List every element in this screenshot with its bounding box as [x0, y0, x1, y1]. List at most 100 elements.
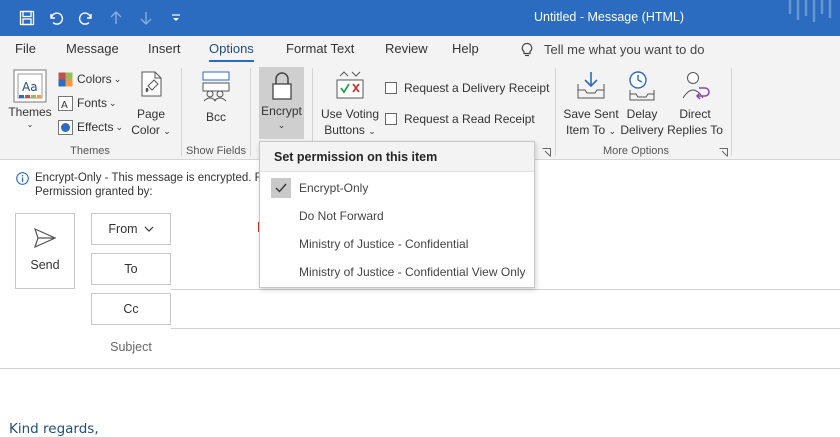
save-sent-label-2: Item To ⌄ — [565, 123, 617, 137]
send-label: Send — [30, 258, 60, 272]
menu-item-label: Ministry of Justice - Confidential — [299, 237, 469, 251]
send-button[interactable]: Send — [15, 213, 75, 289]
delivery-receipt-checkbox[interactable]: Request a Delivery Receipt — [385, 77, 549, 99]
menu-item-label: Do Not Forward — [299, 209, 384, 223]
tab-review[interactable]: Review — [385, 36, 428, 64]
info-icon — [16, 172, 29, 188]
chevron-down-icon: ⌄ — [115, 121, 124, 132]
voting-label-1: Use Voting — [320, 107, 380, 121]
menu-item-do-not-forward[interactable]: Do Not Forward — [261, 203, 533, 229]
tab-insert[interactable]: Insert — [148, 36, 181, 64]
effects-icon — [57, 119, 73, 135]
to-button[interactable]: To — [91, 253, 171, 285]
info-text: Encrypt-Only - This message is encrypted… — [35, 172, 265, 184]
chevron-down-icon: ⌄ — [26, 120, 34, 129]
group-separator — [181, 68, 182, 156]
checkbox-icon — [385, 113, 397, 125]
chevron-down-icon — [144, 226, 154, 232]
delivery-receipt-label: Request a Delivery Receipt — [404, 81, 550, 95]
dialog-launcher-icon[interactable] — [542, 148, 551, 157]
subject-label: Subject — [110, 340, 152, 354]
delay-delivery-button[interactable]: Delay Delivery — [619, 70, 665, 138]
voting-icon — [334, 70, 366, 102]
more-options-group-label: More Options — [602, 145, 670, 157]
tab-format-text[interactable]: Format Text — [286, 36, 354, 64]
voting-label-2: Buttons ⌄ — [324, 123, 376, 137]
colors-icon — [57, 71, 73, 87]
direct-replies-label-2: Replies To — [667, 123, 723, 137]
effects-button[interactable]: Effects ⌄ — [57, 116, 123, 138]
tab-options[interactable]: Options — [209, 36, 254, 64]
read-receipt-label: Request a Read Receipt — [404, 112, 535, 126]
from-label: From — [108, 222, 138, 236]
group-separator — [250, 68, 251, 156]
title-bar: Untitled - Message (HTML) — [0, 0, 840, 36]
direct-replies-label-1: Direct — [679, 107, 711, 121]
encrypt-label: Encrypt — [261, 104, 302, 118]
page-color-button[interactable]: Page Color ⌄ — [128, 70, 174, 139]
lock-icon — [270, 71, 294, 101]
chevron-down-icon: ⌄ — [109, 97, 117, 108]
save-sent-label-1: Save Sent — [563, 107, 619, 121]
tell-me-search[interactable]: Tell me what you want to do — [520, 36, 704, 64]
menu-item-moj-confidential[interactable]: Ministry of Justice - Confidential — [261, 231, 533, 257]
delay-label-1: Delay — [626, 107, 658, 121]
encrypt-button[interactable]: Encrypt ⌄ — [259, 67, 304, 139]
tab-message[interactable]: Message — [66, 36, 119, 64]
delay-delivery-icon — [626, 70, 658, 102]
read-receipt-checkbox[interactable]: Request a Read Receipt — [385, 108, 535, 130]
dialog-launcher-icon[interactable] — [719, 148, 728, 157]
message-body-signature[interactable]: Kind regards, — [9, 421, 99, 437]
menu-item-label: Ministry of Justice - Confidential View … — [299, 265, 526, 279]
page-color-label-2: Color ⌄ — [131, 123, 171, 137]
checkmark-icon — [271, 178, 291, 198]
tab-file[interactable]: File — [15, 36, 36, 64]
ribbon-tabs: File Message Insert Options Format Text … — [0, 36, 840, 64]
svg-text:A: A — [61, 100, 68, 111]
themes-group-label: Themes — [70, 145, 110, 157]
page-color-label-1: Page — [136, 107, 166, 121]
save-sent-icon — [575, 70, 607, 102]
permission-menu: Set permission on this item Encrypt-Only… — [259, 141, 535, 288]
effects-label: Effects — [77, 120, 114, 134]
bcc-label: Bcc — [205, 110, 226, 124]
save-sent-item-button[interactable]: Save Sent Item To ⌄ — [563, 70, 619, 139]
colors-button[interactable]: Colors ⌄ — [57, 68, 121, 90]
send-icon — [16, 228, 74, 248]
cc-field-input[interactable] — [171, 328, 840, 329]
cc-button[interactable]: Cc — [91, 293, 171, 325]
group-separator — [555, 68, 556, 156]
menu-item-moj-confidential-view-only[interactable]: Ministry of Justice - Confidential View … — [261, 259, 533, 285]
permission-menu-header: Set permission on this item — [260, 142, 534, 172]
fonts-icon: A — [57, 95, 73, 111]
from-button[interactable]: From — [91, 213, 171, 245]
tab-help[interactable]: Help — [452, 36, 479, 64]
window-title: Untitled - Message (HTML) — [533, 10, 685, 24]
themes-label: Themes — [8, 105, 52, 119]
fonts-button[interactable]: A Fonts ⌄ — [57, 92, 117, 114]
menu-item-label: Encrypt-Only — [299, 181, 369, 195]
colors-label: Colors — [77, 72, 112, 86]
delay-label-2: Delivery — [620, 123, 664, 137]
chevron-down-icon: ⌄ — [113, 73, 122, 84]
fonts-label: Fonts — [77, 96, 108, 110]
lightbulb-icon — [520, 42, 534, 58]
page-color-icon — [136, 70, 166, 102]
to-label: To — [124, 262, 138, 276]
svg-text:Aa: Aa — [22, 80, 38, 94]
bcc-icon — [200, 70, 232, 102]
voting-buttons-button[interactable]: Use Voting Buttons ⌄ — [319, 70, 381, 139]
themes-icon: Aa — [13, 69, 47, 103]
group-separator — [731, 68, 732, 156]
chevron-down-icon: ⌄ — [277, 120, 286, 130]
bcc-button[interactable]: Bcc — [193, 70, 239, 125]
checkbox-icon — [385, 82, 397, 94]
show-fields-group-label: Show Fields — [186, 145, 246, 157]
subject-field-input[interactable] — [0, 368, 840, 369]
direct-replies-icon — [679, 70, 711, 102]
direct-replies-button[interactable]: Direct Replies To — [666, 70, 724, 138]
themes-button[interactable]: Aa Themes ⌄ — [7, 69, 53, 130]
permission-text: Permission granted by: — [35, 186, 153, 198]
menu-item-encrypt-only[interactable]: Encrypt-Only — [261, 175, 533, 201]
to-field-input[interactable] — [171, 289, 840, 290]
